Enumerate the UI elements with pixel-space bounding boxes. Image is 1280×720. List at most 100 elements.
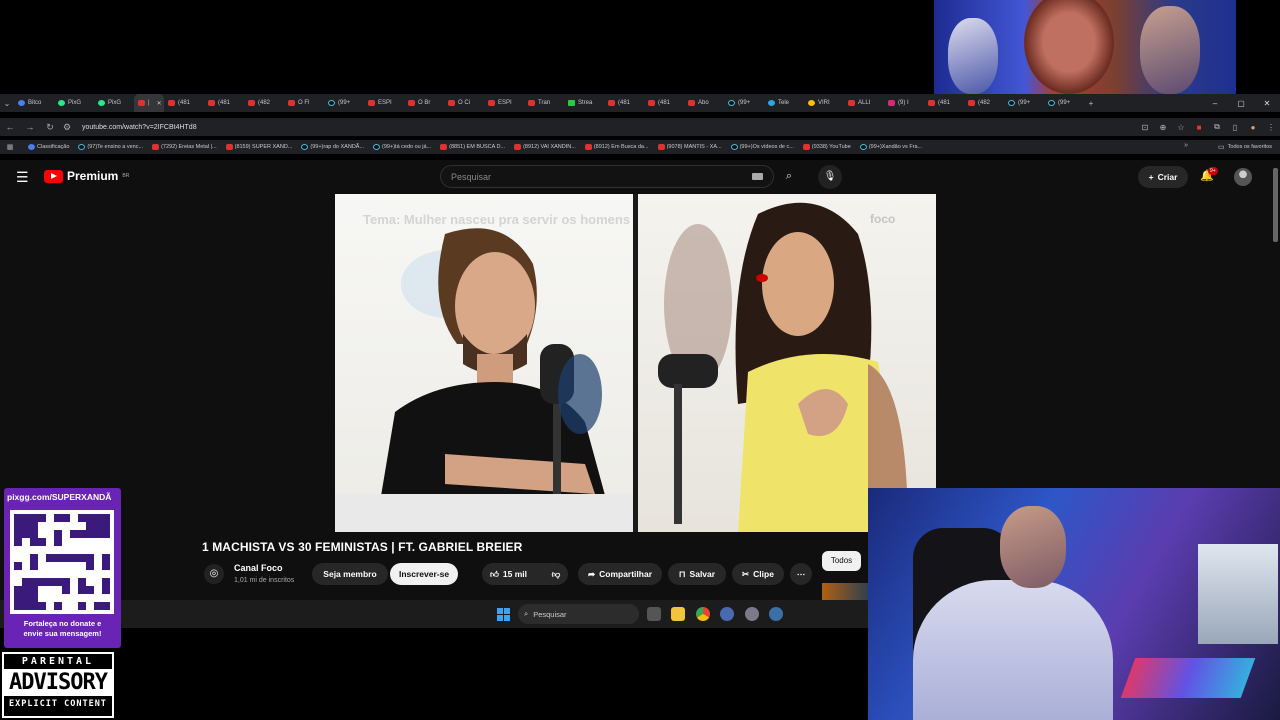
browser-tab[interactable]: ESPI (364, 94, 404, 112)
search-button[interactable]: ⌕ (776, 165, 802, 188)
bookmark-item[interactable]: (99+)rap do XANDÃ... (301, 144, 364, 150)
bookmark-item[interactable]: (7292) Ereias Metal |... (152, 144, 217, 150)
parental-advisory-logo: PARENTAL ADVISORY EXPLICIT CONTENT (2, 652, 114, 718)
browser-tab[interactable]: (99+ (1004, 94, 1044, 112)
more-actions-icon[interactable]: ⋯ (790, 563, 812, 585)
share-icon: ➦ (587, 568, 596, 579)
video-player[interactable]: Tema: Mulher nasceu pra servir os homens… (335, 194, 936, 532)
bookmark-item[interactable]: (97)Te ensino a venc... (78, 144, 143, 150)
all-bookmarks-folder[interactable]: ▭ Todos os favoritos (1218, 143, 1272, 151)
share-button[interactable]: ➦ Compartilhar (578, 563, 662, 585)
like-button[interactable]: 👍︎ 15 mil (482, 563, 544, 585)
bookmark-item[interactable]: (9078) MANTIS - XA... (657, 144, 722, 150)
browser-tab[interactable]: PixG (54, 94, 94, 112)
keyboard-icon[interactable] (752, 173, 763, 180)
bookmark-item[interactable]: (99+)Os vídeos de c... (730, 144, 794, 150)
browser-tab[interactable]: (9) I (884, 94, 924, 112)
bookmark-item[interactable]: (99+)Xandão vs Fra... (859, 144, 922, 150)
youtube-premium-logo[interactable]: Premium BR (44, 169, 129, 183)
browser-tab[interactable]: (99+ (324, 94, 364, 112)
browser-tab[interactable]: (99+ (724, 94, 764, 112)
bookmark-item[interactable]: (8159) SUPER XAND... (225, 144, 292, 150)
bookmark-favicon-icon (152, 144, 160, 150)
browser-tab[interactable]: (482 (964, 94, 1004, 112)
tab-search-icon[interactable]: ⌄ (0, 99, 14, 108)
browser-tab[interactable]: (482 (244, 94, 284, 112)
mic-icon[interactable]: 🎙 (818, 165, 842, 189)
browser-tab[interactable]: O Ci (444, 94, 484, 112)
avatar[interactable] (1234, 168, 1252, 186)
url-field[interactable]: youtube.com/watch?v=2IFCBt4HTd8 (82, 124, 1136, 131)
join-button[interactable]: Seja membro (312, 563, 388, 585)
tab-label: (481 (618, 100, 631, 106)
bookmark-item[interactable]: (8912) VAI XANDIN... (514, 144, 576, 150)
menu-dots-icon[interactable]: ⋮ (1262, 123, 1280, 132)
file-explorer-icon[interactable] (671, 607, 685, 621)
task-view-icon[interactable] (647, 607, 661, 621)
tab-close-icon[interactable]: ✕ (157, 100, 162, 107)
bookmark-item[interactable]: (99+)tá cedo ou já... (373, 144, 431, 150)
taskbar-search-input[interactable]: ⌕ Pesquisar (518, 604, 639, 624)
bookmark-label: (9338) YouTube (811, 144, 851, 150)
browser-tab[interactable]: Strea (564, 94, 604, 112)
page-scrollbar[interactable] (1273, 168, 1278, 242)
browser-tab[interactable]: O Br (404, 94, 444, 112)
browser-tab[interactable]: Abo (684, 94, 724, 112)
channel-name[interactable]: Canal Foco (234, 563, 283, 573)
create-button[interactable]: + Criar (1138, 166, 1188, 188)
bookmark-item[interactable]: Classificação (28, 144, 69, 150)
tab-favicon-icon (648, 100, 655, 106)
subscribe-button[interactable]: Inscrever-se (390, 563, 458, 585)
forward-icon[interactable]: → (20, 122, 40, 132)
profile-avatar[interactable]: ● (1244, 123, 1262, 132)
browser-tab[interactable]: ALLI (844, 94, 884, 112)
browser-tab[interactable]: O Fl (284, 94, 324, 112)
browser-tab[interactable]: (481 (204, 94, 244, 112)
close-icon[interactable]: ✕ (1254, 99, 1280, 108)
browser-tab[interactable]: Tran (524, 94, 564, 112)
extensions-puzzle-icon[interactable]: ⧉ (1208, 122, 1226, 132)
browser-tab[interactable]: (99+ (1044, 94, 1084, 112)
install-icon[interactable]: ⊡ (1136, 123, 1154, 132)
settings-app-icon[interactable] (720, 607, 734, 621)
chrome-icon[interactable] (696, 607, 710, 621)
browser-tab[interactable]: (481 (164, 94, 204, 112)
browser-tab[interactable]: | ✕ (134, 94, 164, 112)
site-info-icon[interactable]: ⚙ (60, 122, 74, 133)
windows-start-icon[interactable] (497, 608, 510, 621)
bookmark-label: (8912) Em Busca da... (593, 144, 649, 150)
bookmark-star-icon[interactable]: ☆ (1172, 123, 1190, 132)
browser-tab[interactable]: PixG (94, 94, 134, 112)
reload-icon[interactable]: ↻ (40, 122, 60, 133)
bookmark-item[interactable]: (8851) EM BUSCA D... (440, 144, 505, 150)
browser-tab[interactable]: Tele (764, 94, 804, 112)
apps-grid-icon[interactable]: ▦ (0, 143, 20, 151)
browser-tab[interactable]: (481 (644, 94, 684, 112)
bookmark-item[interactable]: (8912) Em Busca da... (584, 144, 649, 150)
extension-icon[interactable]: ■ (1190, 123, 1208, 132)
browser-tab[interactable]: Bitco (14, 94, 54, 112)
hamburger-menu-icon[interactable]: ☰ (16, 169, 29, 186)
subscriber-count: 1,01 mi de inscritos (234, 577, 295, 584)
browser-tab[interactable]: ESPI (484, 94, 524, 112)
browser-tab[interactable]: (481 (924, 94, 964, 112)
back-icon[interactable]: ← (0, 122, 20, 132)
filter-chip-all[interactable]: Todos (822, 551, 861, 571)
minimize-icon[interactable]: – (1202, 99, 1228, 108)
zoom-icon[interactable]: ⊕ (1154, 123, 1172, 132)
new-tab-button[interactable]: + (1084, 99, 1098, 108)
sidebar-icon[interactable]: ▯ (1226, 123, 1244, 132)
channel-avatar[interactable]: ◎ (204, 564, 224, 584)
clip-button[interactable]: ✂ Clipe (732, 563, 784, 585)
save-button[interactable]: ⊓ Salvar (668, 563, 726, 585)
bookmark-item[interactable]: (9338) YouTube (802, 144, 851, 150)
bookmarks-overflow-icon[interactable]: » (1184, 142, 1188, 149)
browser-tab[interactable]: (481 (604, 94, 644, 112)
browser-tab[interactable]: VIRI (804, 94, 844, 112)
recommended-thumbnail[interactable] (822, 583, 868, 601)
steam-icon[interactable] (769, 607, 783, 621)
app-icon[interactable] (745, 607, 759, 621)
maximize-icon[interactable]: ▢ (1228, 99, 1254, 108)
search-input[interactable]: Pesquisar (440, 165, 774, 188)
dislike-button[interactable]: 👎︎ (544, 563, 568, 585)
